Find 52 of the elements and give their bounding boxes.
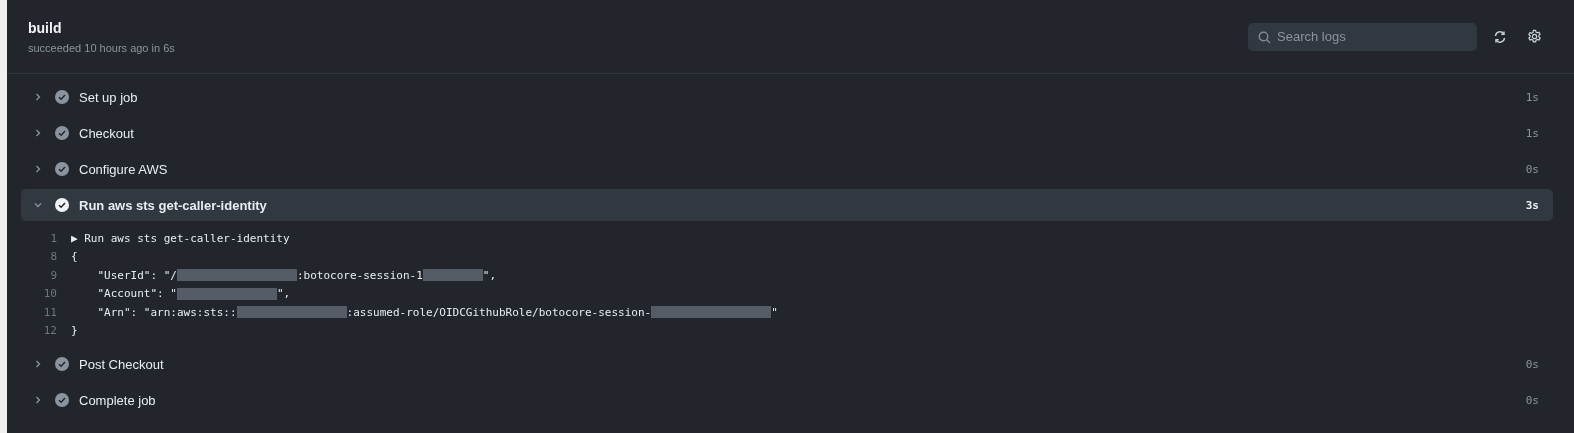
log-text: "Arn": "arn:aws:sts::	[96, 305, 237, 319]
step-row[interactable]: Post Checkout 0s	[21, 348, 1553, 380]
log-text: "Account": "	[96, 287, 177, 301]
step-row[interactable]: Checkout 1s	[21, 117, 1553, 149]
step-duration: 0s	[1525, 357, 1539, 371]
job-title: build	[28, 19, 63, 36]
log-text: "UserId": "/	[96, 268, 177, 282]
search-icon	[1258, 30, 1271, 44]
step-row[interactable]: Set up job 1s	[21, 81, 1553, 113]
step-name: Checkout	[79, 125, 135, 141]
line-number: 9	[49, 268, 57, 282]
line-number: 8	[49, 250, 57, 264]
log-text: ▶ Run aws sts get-caller-identity	[71, 231, 290, 245]
check-circle-icon	[55, 162, 69, 176]
job-status: succeeded 10 hours ago in 6s	[28, 41, 175, 54]
step-name: Complete job	[79, 392, 157, 408]
step-name: Set up job	[79, 89, 139, 105]
chevron-right-icon[interactable]	[33, 92, 43, 102]
check-circle-icon	[55, 393, 69, 407]
log-text: ",	[276, 287, 291, 301]
check-circle-icon	[55, 126, 69, 140]
step-name: Post Checkout	[79, 356, 165, 372]
log-text: :botocore-session-1	[296, 268, 423, 282]
check-circle-icon	[55, 198, 69, 212]
step-row[interactable]: Complete job 0s	[21, 384, 1553, 416]
chevron-right-icon[interactable]	[33, 164, 43, 174]
log-text: :assumed-role/OIDCGithubRole/botocore-session-	[346, 305, 652, 319]
line-number: 1	[49, 231, 57, 245]
log-text: ",	[482, 268, 497, 282]
step-duration: 3s	[1525, 198, 1539, 212]
chevron-right-icon[interactable]	[33, 395, 43, 405]
step-row[interactable]: Run aws sts get-caller-identity 3s	[21, 189, 1553, 221]
search-field[interactable]: Search logs	[1248, 22, 1477, 51]
step-duration: 0s	[1525, 393, 1539, 407]
chevron-down-icon[interactable]	[33, 200, 43, 210]
line-number: 10	[42, 287, 57, 301]
step-duration: 1s	[1525, 126, 1539, 140]
step-row[interactable]: Configure AWS 0s	[21, 153, 1553, 185]
line-number: 11	[42, 305, 57, 319]
step-name: Configure AWS	[79, 161, 169, 177]
redacted-block	[422, 269, 483, 282]
line-number: 12	[42, 324, 57, 338]
check-circle-icon	[55, 357, 69, 371]
chevron-right-icon[interactable]	[33, 128, 43, 138]
log-text: {	[71, 250, 78, 264]
step-name: Run aws sts get-caller-identity	[79, 197, 268, 213]
step-duration: 1s	[1525, 90, 1539, 104]
chevron-right-icon[interactable]	[33, 359, 43, 369]
log-text: "	[771, 305, 778, 319]
log-text: }	[71, 324, 78, 338]
check-circle-icon	[55, 90, 69, 104]
step-duration: 0s	[1525, 162, 1539, 176]
